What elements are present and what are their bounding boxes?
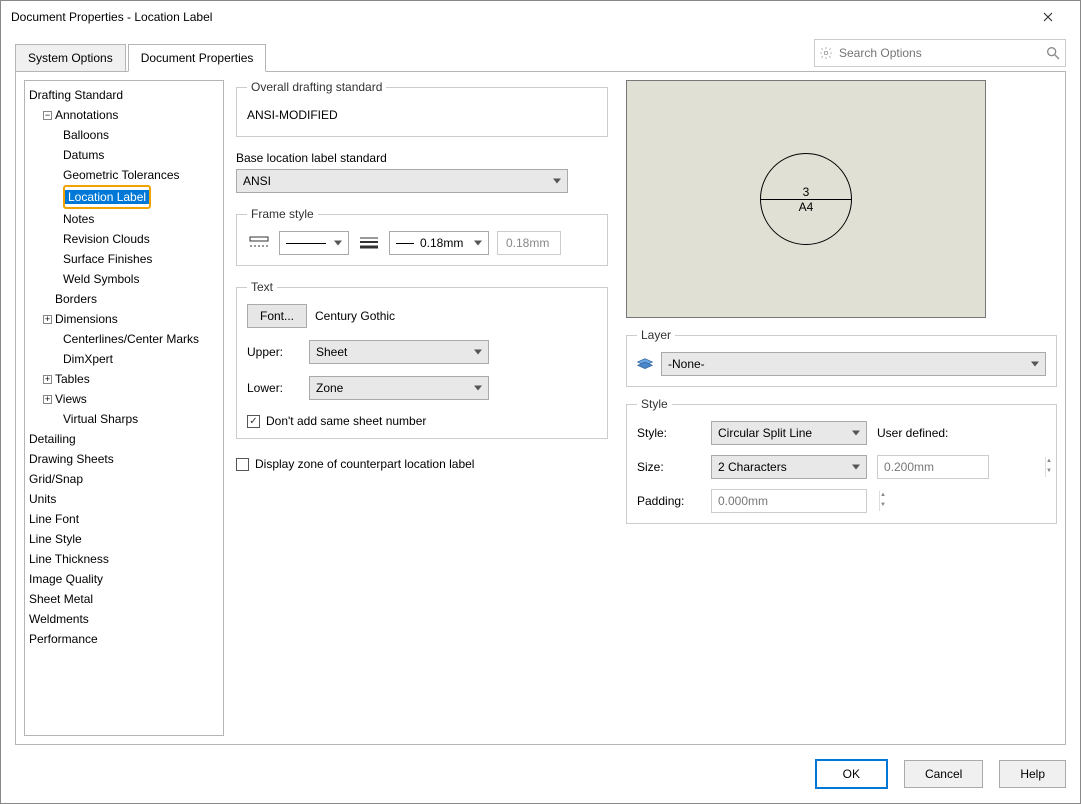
layer-icon [637, 358, 653, 370]
overall-drafting-standard-legend: Overall drafting standard [247, 80, 386, 94]
tree-geometric-tolerances[interactable]: Geometric Tolerances [29, 165, 219, 185]
user-defined-label: User defined: [877, 426, 991, 440]
gear-icon [819, 46, 833, 60]
help-button[interactable]: Help [999, 760, 1066, 788]
tree-datums[interactable]: Datums [29, 145, 219, 165]
preview-bottom-text: A4 [799, 200, 814, 214]
frame-thickness-icon [357, 232, 381, 254]
tree-surface-finishes[interactable]: Surface Finishes [29, 249, 219, 269]
lower-dropdown[interactable]: Zone [309, 376, 489, 400]
close-icon [1043, 12, 1053, 22]
close-button[interactable] [1026, 2, 1070, 32]
overall-drafting-standard-value: ANSI-MODIFIED [247, 104, 597, 126]
tree-detailing[interactable]: Detailing [29, 429, 219, 449]
font-button[interactable]: Font... [247, 304, 307, 328]
base-standard-label: Base location label standard [236, 151, 608, 165]
tree-grid-snap[interactable]: Grid/Snap [29, 469, 219, 489]
text-group: Text Font... Century Gothic Upper: Sheet… [236, 280, 608, 439]
tree-line-style[interactable]: Line Style [29, 529, 219, 549]
tree-line-font[interactable]: Line Font [29, 509, 219, 529]
display-zone-checkbox[interactable]: Display zone of counterpart location lab… [236, 457, 608, 471]
window-title: Document Properties - Location Label [11, 10, 1026, 24]
dialog-footer: OK Cancel Help [1, 745, 1080, 803]
preview-symbol: 3 A4 [760, 153, 852, 245]
search-input[interactable] [837, 45, 1045, 61]
user-defined-input[interactable]: ▲▼ [877, 455, 989, 479]
tree-line-thickness[interactable]: Line Thickness [29, 549, 219, 569]
tree-borders[interactable]: Borders [29, 289, 219, 309]
tree-notes[interactable]: Notes [29, 209, 219, 229]
ok-button[interactable]: OK [815, 759, 888, 789]
tab-system-options[interactable]: System Options [15, 44, 126, 72]
padding-label: Padding: [637, 494, 701, 508]
tree-revision-clouds[interactable]: Revision Clouds [29, 229, 219, 249]
style-dropdown[interactable]: Circular Split Line [711, 421, 867, 445]
frame-line-style-dropdown[interactable] [279, 231, 349, 255]
frame-style-icon-1 [247, 232, 271, 254]
text-legend: Text [247, 280, 277, 294]
size-label: Size: [637, 460, 701, 474]
tree-image-quality[interactable]: Image Quality [29, 569, 219, 589]
size-dropdown[interactable]: 2 Characters [711, 455, 867, 479]
tree-sheet-metal[interactable]: Sheet Metal [29, 589, 219, 609]
layer-legend: Layer [637, 328, 675, 342]
tree-performance[interactable]: Performance [29, 629, 219, 649]
tree-weld-symbols[interactable]: Weld Symbols [29, 269, 219, 289]
tree-centerlines[interactable]: Centerlines/Center Marks [29, 329, 219, 349]
tab-document-properties[interactable]: Document Properties [128, 44, 267, 72]
upper-label: Upper: [247, 345, 301, 359]
tree-virtual-sharps[interactable]: Virtual Sharps [29, 409, 219, 429]
tree-annotations[interactable]: −Annotations [29, 105, 219, 125]
base-standard-dropdown[interactable]: ANSI [236, 169, 568, 193]
titlebar: Document Properties - Location Label [1, 1, 1080, 33]
frame-style-group: Frame style [236, 207, 608, 266]
tree-dimensions[interactable]: +Dimensions [29, 309, 219, 329]
frame-style-legend: Frame style [247, 207, 318, 221]
tree-balloons[interactable]: Balloons [29, 125, 219, 145]
tree-views[interactable]: +Views [29, 389, 219, 409]
dont-add-checkbox[interactable]: ✓ Don't add same sheet number [247, 414, 597, 428]
upper-dropdown[interactable]: Sheet [309, 340, 489, 364]
tree-units[interactable]: Units [29, 489, 219, 509]
tree-dimxpert[interactable]: DimXpert [29, 349, 219, 369]
tree-drawing-sheets[interactable]: Drawing Sheets [29, 449, 219, 469]
preview-panel: 3 A4 [626, 80, 986, 318]
lower-label: Lower: [247, 381, 301, 395]
style-group-legend: Style [637, 397, 672, 411]
layer-dropdown[interactable]: -None- [661, 352, 1046, 376]
style-group: Style Style: Circular Split Line User de… [626, 397, 1057, 524]
search-icon [1045, 45, 1061, 61]
tree-tables[interactable]: +Tables [29, 369, 219, 389]
category-tree[interactable]: Drafting Standard −Annotations Balloons … [24, 80, 224, 736]
layer-group: Layer -None- [626, 328, 1057, 387]
tree-weldments[interactable]: Weldments [29, 609, 219, 629]
padding-input[interactable]: ▲▼ [711, 489, 867, 513]
font-name-label: Century Gothic [315, 309, 395, 323]
preview-top-text: 3 [803, 185, 810, 199]
style-label: Style: [637, 426, 701, 440]
options-tabs: System Options Document Properties [15, 44, 266, 72]
frame-thickness-dropdown[interactable]: 0.18mm [389, 231, 489, 255]
search-options-field[interactable] [814, 39, 1066, 67]
tree-drafting-standard[interactable]: Drafting Standard [29, 85, 219, 105]
overall-drafting-standard-group: Overall drafting standard ANSI-MODIFIED [236, 80, 608, 137]
frame-thickness-readonly: 0.18mm [497, 231, 561, 255]
cancel-button[interactable]: Cancel [904, 760, 983, 788]
tree-location-label[interactable]: Location Label [29, 185, 219, 209]
